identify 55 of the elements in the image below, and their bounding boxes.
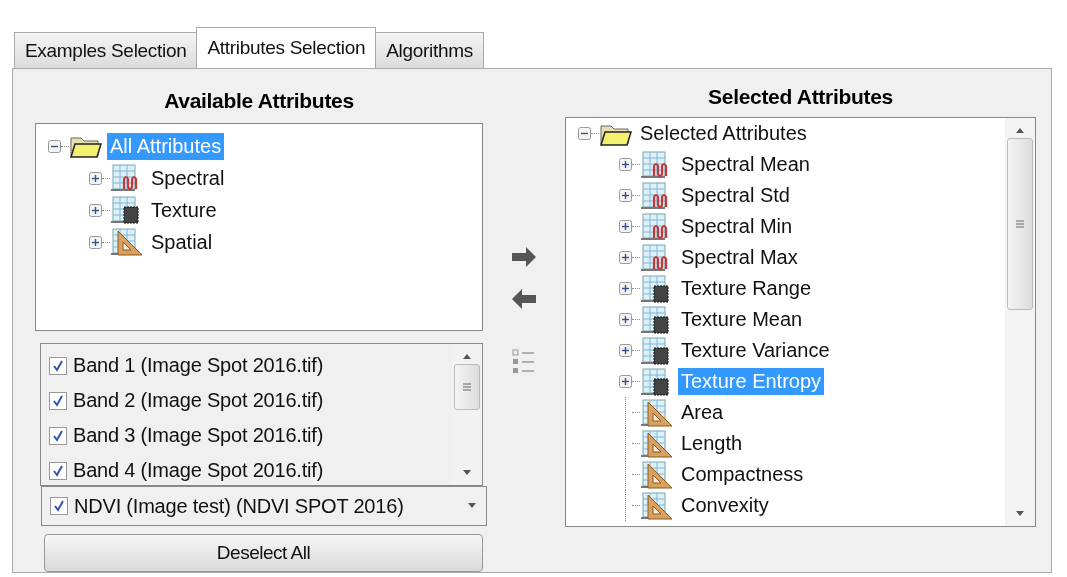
scroll-down-icon[interactable]	[1014, 510, 1026, 518]
collapse-icon[interactable]	[48, 139, 61, 153]
scroll-down-icon[interactable]	[461, 469, 473, 477]
band-label: Band 2 (Image Spot 2016.tif)	[73, 389, 324, 412]
checkbox[interactable]	[49, 356, 67, 375]
tree-item[interactable]: Texture Range	[678, 275, 815, 302]
expand-icon[interactable]	[619, 375, 632, 388]
band-label: Band 3 (Image Spot 2016.tif)	[73, 424, 324, 447]
grip-icon	[1015, 219, 1025, 229]
dropdown-arrow-icon[interactable]	[466, 502, 478, 510]
expand-icon[interactable]	[619, 158, 632, 171]
tab[interactable]: Examples Selection	[14, 32, 198, 68]
scroll-thumb[interactable]	[1007, 138, 1033, 310]
checkbox[interactable]	[50, 497, 68, 515]
tree-item[interactable]: Compactness	[678, 461, 807, 488]
tree-item[interactable]: Texture Mean	[678, 306, 806, 333]
band-label: Band 1 (Image Spot 2016.tif)	[73, 354, 324, 377]
panel-heading: Available Attributes	[164, 89, 354, 114]
tree-item[interactable]: Texture	[148, 196, 220, 224]
scroll-up-icon[interactable]	[1014, 126, 1026, 134]
scroll-up-icon[interactable]	[461, 352, 473, 360]
expand-icon[interactable]	[619, 282, 632, 295]
scroll-thumb[interactable]	[454, 364, 480, 410]
expand-icon[interactable]	[89, 171, 102, 185]
tree-item[interactable]: Convexity	[678, 492, 772, 519]
collapse-icon[interactable]	[578, 127, 591, 140]
expand-icon[interactable]	[89, 235, 102, 249]
band-label: Band 4 (Image Spot 2016.tif)	[73, 459, 324, 482]
tree-item[interactable]: Spectral Std	[678, 182, 793, 209]
tree-item[interactable]: Length	[678, 430, 746, 457]
checkbox[interactable]	[49, 426, 67, 445]
index-dropdown[interactable]: NDVI (Image test) (NDVI SPOT 2016)	[41, 486, 487, 526]
tree-item[interactable]: Spectral Mean	[678, 151, 813, 178]
tree-item[interactable]: Spectral Max	[678, 244, 801, 271]
tree-item[interactable]: Area	[678, 399, 727, 426]
tree-item[interactable]: Spectral Min	[678, 213, 796, 240]
checkbox[interactable]	[49, 391, 67, 410]
grip-icon	[462, 382, 472, 392]
expand-icon[interactable]	[619, 220, 632, 233]
tree-item[interactable]: Texture Variance	[678, 337, 833, 364]
expand-icon[interactable]	[619, 189, 632, 202]
deselect-all-button[interactable]: Deselect All	[44, 534, 483, 572]
tree-item[interactable]: Selected Attributes	[637, 120, 810, 147]
panel-heading: Selected Attributes	[708, 85, 893, 110]
checkbox[interactable]	[49, 461, 67, 480]
left-arrow-icon[interactable]	[510, 287, 538, 311]
tree-item[interactable]: Spatial	[148, 228, 216, 256]
scrollbar[interactable]	[1005, 118, 1035, 526]
expand-icon[interactable]	[619, 344, 632, 357]
expand-icon[interactable]	[89, 203, 102, 217]
tab[interactable]: Algorithms	[375, 32, 484, 68]
right-arrow-icon[interactable]	[510, 245, 538, 269]
expand-icon[interactable]	[619, 251, 632, 264]
tree-item[interactable]: Spectral	[148, 164, 228, 192]
expand-icon[interactable]	[619, 313, 632, 326]
